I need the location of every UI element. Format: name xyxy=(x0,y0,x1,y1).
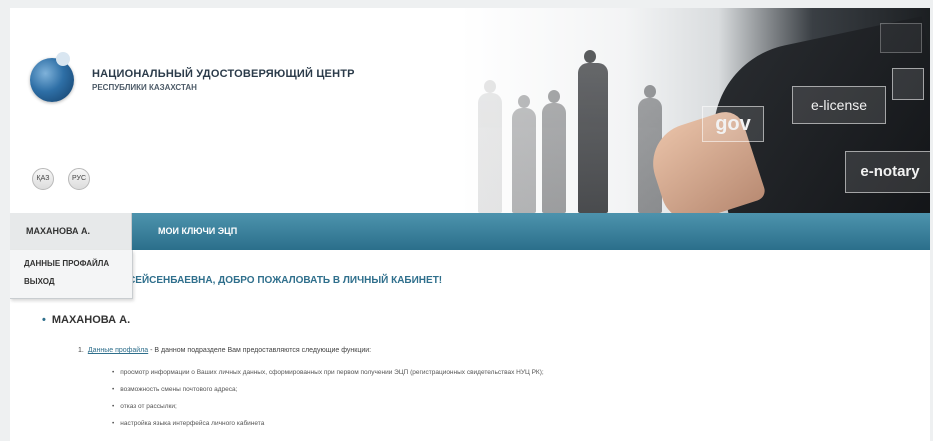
dropdown-item-profile[interactable]: ДАННЫЕ ПРОФАЙЛА xyxy=(24,259,109,268)
intro-line: 1. Данные профайла - В данном подразделе … xyxy=(78,347,371,354)
banner-tile xyxy=(892,68,924,100)
dropdown-item-logout[interactable]: ВЫХОД xyxy=(24,277,55,286)
list-item: настройка языка интерфейса личного кабин… xyxy=(112,415,544,432)
banner-person xyxy=(512,95,536,213)
lang-ru-button[interactable]: РУС xyxy=(68,168,90,190)
header: НАЦИОНАЛЬНЫЙ УДОСТОВЕРЯЮЩИЙ ЦЕНТР РЕСПУБ… xyxy=(10,8,930,213)
banner-tile-license: e-license xyxy=(792,86,886,124)
org-subtitle: РЕСПУБЛИКИ КАЗАХСТАН xyxy=(92,83,197,92)
bullet-icon: • xyxy=(42,314,46,326)
main-nav: МАХАНОВА А. МОИ КЛЮЧИ ЭЦП xyxy=(10,213,930,250)
list-item: отказ от рассылки; xyxy=(112,398,544,415)
banner-tile-notary: e-notary xyxy=(845,151,930,193)
list-item: возможность смены почтового адреса; xyxy=(112,381,544,398)
intro-text: - В данном подразделе Вам предоставляютс… xyxy=(148,347,372,354)
banner-person xyxy=(478,80,502,213)
intro-number: 1. xyxy=(78,347,84,354)
banner-person xyxy=(542,90,566,213)
profile-data-link[interactable]: Данные профайла xyxy=(88,347,148,354)
page-frame: НАЦИОНАЛЬНЫЙ УДОСТОВЕРЯЮЩИЙ ЦЕНТР РЕСПУБ… xyxy=(10,8,930,441)
globe-logo-icon[interactable] xyxy=(30,52,74,102)
org-name: НАЦИОНАЛЬНЫЙ УДОСТОВЕРЯЮЩИЙ ЦЕНТР xyxy=(92,68,355,80)
functions-list: просмотр информации о Ваших личных данны… xyxy=(112,364,544,432)
banner-person xyxy=(578,50,608,213)
nav-my-keys[interactable]: МОИ КЛЮЧИ ЭЦП xyxy=(158,213,237,250)
banner-tile-gov: gov xyxy=(702,106,764,142)
user-dropdown: ДАННЫЕ ПРОФАЙЛА ВЫХОД xyxy=(10,250,133,299)
header-banner: gov e-license e-notary xyxy=(460,8,930,213)
section-title: • МАХАНОВА А. xyxy=(42,314,130,326)
section-title-text: МАХАНОВА А. xyxy=(51,314,131,326)
list-item: просмотр информации о Ваших личных данны… xyxy=(112,364,543,381)
banner-tile xyxy=(880,23,922,53)
nav-user-menu[interactable]: МАХАНОВА А. xyxy=(10,213,132,250)
lang-kz-button[interactable]: ҚАЗ xyxy=(32,168,54,190)
